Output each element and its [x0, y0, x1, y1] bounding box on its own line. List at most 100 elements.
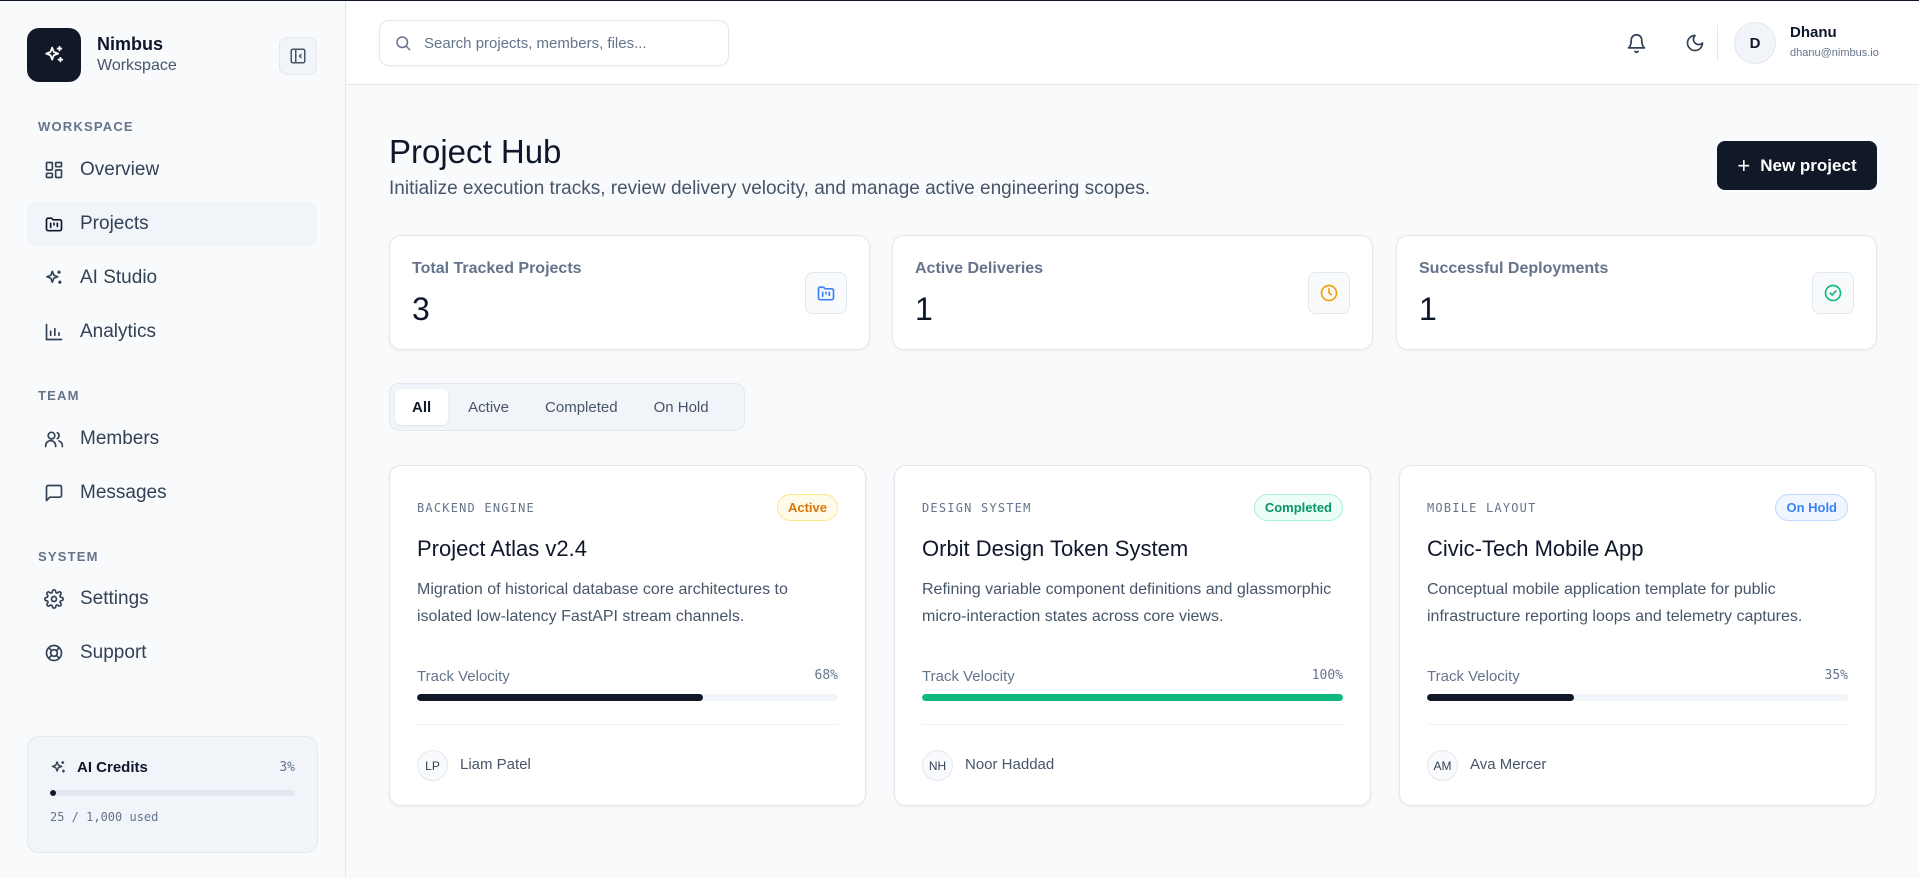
velocity-percent: 100% — [1311, 668, 1343, 683]
status-badge: On Hold — [1775, 494, 1848, 521]
search-box[interactable] — [379, 20, 729, 66]
velocity-progress — [1427, 694, 1848, 701]
tab-completed[interactable]: Completed — [529, 389, 634, 425]
project-description: Refining variable component definitions … — [922, 581, 1332, 625]
project-card[interactable]: MOBILE LAYOUT On Hold Civic-Tech Mobile … — [1399, 465, 1876, 806]
project-category: MOBILE LAYOUT — [1427, 501, 1537, 515]
user-name[interactable]: Dhanu — [1790, 24, 1837, 41]
owner-avatar: NH — [922, 750, 953, 781]
status-filter-tabs: All Active Completed On Hold — [389, 383, 745, 431]
sidebar-item-support[interactable]: Support — [27, 630, 317, 676]
new-project-button[interactable]: + New project — [1717, 141, 1877, 190]
tab-all[interactable]: All — [395, 389, 449, 425]
topbar-divider — [1717, 25, 1718, 61]
topbar: D Dhanu dhanu@nimbus.io — [347, 1, 1919, 85]
project-category: BACKEND ENGINE — [417, 501, 535, 515]
owner-name: Liam Patel — [460, 756, 531, 773]
ai-credits-progress — [50, 790, 295, 796]
card-divider — [1427, 724, 1848, 725]
sidebar: Nimbus Workspace WORKSPACE Overview Proj… — [0, 1, 346, 878]
grid-icon — [43, 159, 65, 181]
folder-kanban-icon — [805, 272, 847, 314]
velocity-progress-fill — [417, 694, 704, 701]
message-square-icon — [43, 482, 65, 504]
tab-active[interactable]: Active — [452, 389, 525, 425]
sidebar-item-settings[interactable]: Settings — [27, 576, 317, 622]
bar-chart-icon — [43, 321, 65, 343]
sparkles-logo-icon — [27, 28, 81, 82]
project-description: Conceptual mobile application template f… — [1427, 581, 1803, 625]
ai-credits-progress-fill — [50, 790, 57, 796]
owner-name: Ava Mercer — [1470, 756, 1547, 773]
velocity-label: Track Velocity — [922, 668, 1015, 685]
stat-value: 3 — [412, 291, 430, 327]
brand[interactable]: Nimbus Workspace — [27, 28, 177, 82]
owner-avatar: AM — [1427, 750, 1458, 781]
status-badge: Active — [776, 494, 838, 521]
velocity-progress-fill — [1427, 694, 1575, 701]
notifications-button[interactable] — [1618, 25, 1654, 61]
stat-value: 1 — [1419, 291, 1437, 327]
owner-avatar: LP — [417, 750, 448, 781]
panel-left-icon — [290, 48, 306, 64]
theme-toggle-button[interactable] — [1677, 25, 1713, 61]
sparkles-icon — [43, 267, 65, 289]
stat-card-active-deliveries: Active Deliveries 1 — [892, 235, 1373, 350]
brand-name: Nimbus — [97, 34, 164, 54]
check-circle-icon — [1812, 272, 1854, 314]
sidebar-item-label: AI Studio — [80, 267, 158, 288]
velocity-label: Track Velocity — [1427, 668, 1520, 685]
sidebar-item-label: Overview — [80, 159, 160, 180]
sidebar-item-overview[interactable]: Overview — [27, 147, 317, 193]
owner-name: Noor Haddad — [965, 756, 1055, 773]
project-title: Project Atlas v2.4 — [417, 536, 587, 561]
moon-icon — [1686, 34, 1704, 52]
stat-label: Successful Deployments — [1419, 260, 1609, 277]
sidebar-item-label: Settings — [80, 588, 149, 609]
plus-icon: + — [1737, 152, 1751, 178]
stat-card-total-projects: Total Tracked Projects 3 — [389, 235, 870, 350]
ai-credits-title: AI Credits — [77, 759, 148, 776]
sidebar-item-members[interactable]: Members — [27, 416, 317, 462]
search-input[interactable] — [424, 34, 714, 52]
avatar[interactable]: D — [1734, 22, 1776, 64]
users-icon — [43, 428, 65, 450]
stat-card-successful-deployments: Successful Deployments 1 — [1396, 235, 1877, 350]
velocity-progress — [922, 694, 1343, 701]
sidebar-item-label: Messages — [80, 482, 167, 503]
folder-kanban-icon — [43, 213, 65, 235]
velocity-label: Track Velocity — [417, 668, 510, 685]
tab-on-hold[interactable]: On Hold — [638, 389, 725, 425]
sidebar-item-analytics[interactable]: Analytics — [27, 309, 317, 355]
section-label-workspace: WORKSPACE — [38, 119, 134, 134]
user-email: dhanu@nimbus.io — [1790, 47, 1879, 59]
project-card[interactable]: DESIGN SYSTEM Completed Orbit Design Tok… — [894, 465, 1371, 806]
lifebuoy-icon — [43, 642, 65, 664]
collapse-sidebar-button[interactable] — [279, 37, 317, 75]
status-badge: Completed — [1253, 494, 1343, 521]
sparkles-icon — [50, 759, 67, 776]
velocity-progress — [417, 694, 838, 701]
sidebar-item-label: Projects — [80, 213, 149, 234]
project-title: Civic-Tech Mobile App — [1427, 536, 1644, 561]
card-divider — [417, 724, 838, 725]
sidebar-item-messages[interactable]: Messages — [27, 470, 317, 516]
velocity-progress-fill — [922, 694, 1343, 701]
gear-icon — [43, 588, 65, 610]
sidebar-item-projects[interactable]: Projects — [27, 201, 317, 247]
section-label-system: SYSTEM — [38, 549, 99, 564]
ai-credits-used: 25 / 1,000 used — [50, 810, 159, 824]
card-divider — [922, 724, 1343, 725]
project-card[interactable]: BACKEND ENGINE Active Project Atlas v2.4… — [389, 465, 866, 806]
project-title: Orbit Design Token System — [922, 536, 1189, 561]
sidebar-item-label: Support — [80, 642, 147, 663]
project-category: DESIGN SYSTEM — [922, 501, 1032, 515]
stat-label: Total Tracked Projects — [412, 260, 582, 277]
bell-icon — [1627, 33, 1645, 53]
sidebar-item-ai-studio[interactable]: AI Studio — [27, 255, 317, 301]
stat-value: 1 — [915, 291, 933, 327]
ai-credits-card: AI Credits 3% 25 / 1,000 used — [27, 736, 318, 853]
new-project-label: New project — [1760, 155, 1857, 175]
stat-label: Active Deliveries — [915, 260, 1044, 277]
sidebar-item-label: Members — [80, 428, 160, 449]
